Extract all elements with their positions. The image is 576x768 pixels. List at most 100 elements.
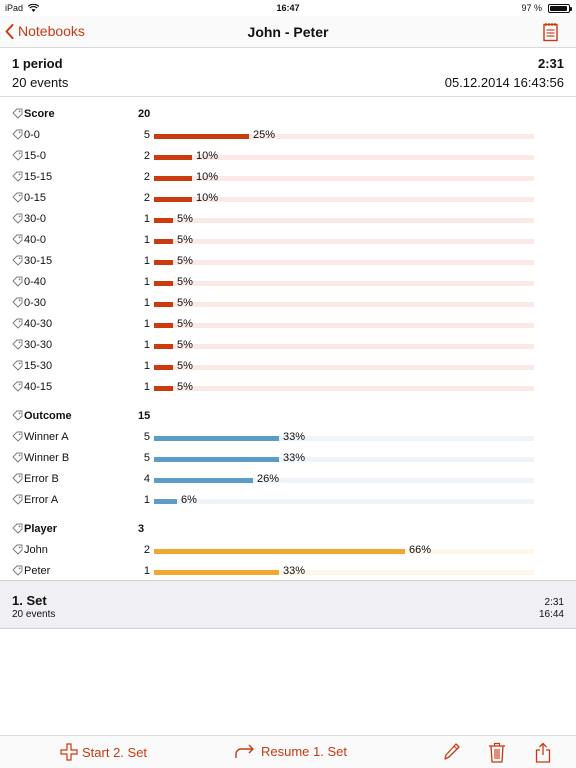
bar-fill — [154, 549, 405, 554]
stat-value: 5 — [143, 129, 150, 141]
stat-label: 40-15 — [24, 381, 53, 393]
stat-percent: 5% — [177, 234, 193, 246]
tag-icon — [12, 150, 23, 161]
stat-value: 2 — [143, 171, 150, 183]
stat-percent: 5% — [177, 381, 193, 393]
stat-value: 1 — [143, 318, 150, 330]
stat-value: 1 — [143, 234, 150, 246]
stat-row[interactable]: 0-0 5 25% — [0, 125, 576, 146]
bar-fill — [154, 499, 177, 504]
tag-icon — [12, 431, 23, 442]
bar-track — [154, 499, 534, 504]
tag-icon — [12, 452, 23, 463]
stat-value: 1 — [143, 494, 150, 506]
stat-row[interactable]: Winner A 5 33% — [0, 427, 576, 448]
stat-value: 1 — [143, 381, 150, 393]
chevron-left-icon — [5, 23, 14, 39]
set-row[interactable]: 1. Set 20 events 2:31 16:44 — [0, 580, 576, 629]
tag-icon — [12, 213, 23, 224]
stat-row[interactable]: John 2 66% — [0, 540, 576, 561]
group-count: 3 — [138, 523, 145, 535]
stat-row[interactable]: 15-30 1 5% — [0, 356, 576, 377]
trash-icon[interactable] — [488, 742, 506, 763]
bar-track — [154, 436, 534, 441]
stat-percent: 10% — [196, 150, 219, 162]
stat-label: John — [24, 544, 48, 556]
tag-icon — [12, 523, 23, 534]
stat-value: 1 — [143, 339, 150, 351]
page-title: John - Peter — [247, 24, 329, 40]
group-header: Score 20 — [0, 104, 576, 125]
stat-percent: 5% — [177, 255, 193, 267]
share-icon[interactable] — [535, 742, 551, 763]
stat-row[interactable]: 40-0 1 5% — [0, 230, 576, 251]
group-label: Score — [24, 108, 55, 120]
stat-percent: 33% — [283, 452, 306, 464]
bar-track — [154, 478, 534, 483]
status-time: 16:47 — [276, 3, 300, 13]
stat-row[interactable]: 15-0 2 10% — [0, 146, 576, 167]
stat-label: 30-15 — [24, 255, 53, 267]
stat-row[interactable]: 0-40 1 5% — [0, 272, 576, 293]
stat-row[interactable]: Winner B 5 33% — [0, 448, 576, 469]
stat-row[interactable]: 30-15 1 5% — [0, 251, 576, 272]
set-events: 20 events — [12, 609, 56, 620]
tag-icon — [12, 339, 23, 350]
tag-icon — [12, 129, 23, 140]
period-duration: 2:31 — [537, 56, 564, 71]
stat-label: 0-30 — [24, 297, 47, 309]
stat-label: Peter — [24, 565, 51, 577]
resume-set-button[interactable]: Resume 1. Set — [235, 743, 347, 759]
bar-fill — [154, 155, 192, 160]
stat-percent: 26% — [257, 473, 280, 485]
notepad-icon[interactable] — [542, 22, 560, 42]
stat-value: 1 — [143, 255, 150, 267]
bar-fill — [154, 176, 192, 181]
pencil-icon[interactable] — [443, 742, 461, 762]
stat-value: 1 — [143, 213, 150, 225]
curved-arrow-icon — [235, 744, 254, 758]
set-time: 16:44 — [538, 609, 564, 620]
stat-row[interactable]: 30-30 1 5% — [0, 335, 576, 356]
stat-percent: 25% — [253, 129, 276, 141]
set-duration: 2:31 — [544, 597, 564, 608]
stat-row[interactable]: 30-0 1 5% — [0, 209, 576, 230]
back-button[interactable]: Notebooks — [5, 23, 85, 39]
bar-fill — [154, 365, 173, 370]
plus-icon — [60, 743, 78, 761]
tag-icon — [12, 255, 23, 266]
stat-row[interactable]: Error B 4 26% — [0, 469, 576, 490]
period-summary: 1 period 2:31 20 events 05.12.2014 16:43… — [0, 48, 576, 97]
stat-label: 40-30 — [24, 318, 53, 330]
group-header: Player 3 — [0, 519, 576, 540]
tag-icon — [12, 473, 23, 484]
tag-icon — [12, 276, 23, 287]
stat-row[interactable]: 40-15 1 5% — [0, 377, 576, 398]
bar-fill — [154, 323, 173, 328]
stat-row[interactable]: 15-15 2 10% — [0, 167, 576, 188]
statistics-list: Score 20 0-0 5 25% 15-0 2 10% 15-15 2 10% 0-15 2 10% 3… — [0, 97, 576, 580]
stat-label: Winner B — [24, 452, 70, 464]
stat-row[interactable]: Peter 1 33% — [0, 561, 576, 582]
stat-label: Error A — [24, 494, 59, 506]
stat-row[interactable]: 0-30 1 5% — [0, 293, 576, 314]
bar-fill — [154, 239, 173, 244]
bar-fill — [154, 197, 192, 202]
stat-row[interactable]: Error A 1 6% — [0, 490, 576, 511]
stat-percent: 5% — [177, 297, 193, 309]
group-count: 20 — [138, 108, 151, 120]
stat-label: 30-30 — [24, 339, 53, 351]
bar-track — [154, 323, 534, 328]
start-set-button[interactable]: Start 2. Set — [60, 743, 147, 761]
tag-icon — [12, 108, 23, 119]
stat-row[interactable]: 40-30 1 5% — [0, 314, 576, 335]
tag-icon — [12, 360, 23, 371]
stat-value: 5 — [143, 452, 150, 464]
stat-percent: 33% — [283, 431, 306, 443]
period-label: 1 period — [12, 56, 63, 71]
stat-percent: 66% — [409, 544, 432, 556]
bar-track — [154, 570, 534, 575]
stat-row[interactable]: 0-15 2 10% — [0, 188, 576, 209]
battery-icon — [548, 3, 572, 13]
bar-track — [154, 457, 534, 462]
